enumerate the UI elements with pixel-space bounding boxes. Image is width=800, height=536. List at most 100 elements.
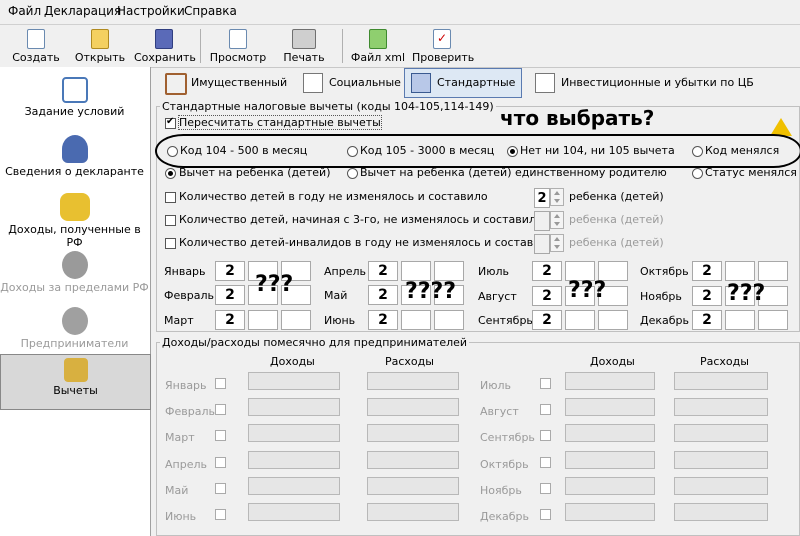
print-button[interactable]: Печать [274, 27, 334, 65]
ent-apr-checkbox[interactable] [215, 457, 226, 468]
tab-social[interactable]: Социальные [296, 68, 401, 98]
ent-jan-expenses[interactable] [367, 372, 459, 390]
month-label-mar: Март [164, 314, 194, 327]
month-input-dec-3[interactable] [758, 310, 788, 330]
ent-nov-checkbox[interactable] [540, 483, 551, 494]
create-button[interactable]: Создать [6, 27, 66, 65]
sidebar-item-conditions[interactable]: Задание условий [0, 73, 149, 129]
ent-jun-expenses[interactable] [367, 503, 459, 521]
kids-constant-spinner[interactable] [550, 188, 564, 206]
ent-apr-income[interactable] [248, 451, 340, 469]
export-xml-button[interactable]: Файл xml [348, 27, 408, 65]
preview-button[interactable]: Просмотр [208, 27, 268, 65]
kids-constant-input[interactable]: 2 [534, 188, 550, 208]
menu-help[interactable]: Справка [184, 4, 237, 18]
ent-jan-income[interactable] [248, 372, 340, 390]
ent-oct-checkbox[interactable] [540, 457, 551, 468]
sidebar-item-income-rf[interactable]: Доходы, полученные в РФ [0, 189, 149, 249]
month-input-apr-2[interactable] [401, 261, 431, 281]
ent-nov-income[interactable] [565, 477, 655, 495]
month-input-jan[interactable]: 2 [215, 261, 245, 281]
tab-standard[interactable]: Стандартные [404, 68, 522, 98]
kids-third-checkbox[interactable] [165, 215, 176, 226]
month-input-nov[interactable]: 2 [692, 286, 722, 306]
tab-property[interactable]: Имущественный [158, 68, 292, 98]
ent-dec-income[interactable] [565, 503, 655, 521]
ent-jan-checkbox[interactable] [215, 378, 226, 389]
month-input-mar[interactable]: 2 [215, 310, 245, 330]
ent-feb-checkbox[interactable] [215, 404, 226, 415]
month-input-mar-3[interactable] [281, 310, 311, 330]
kids-constant-checkbox[interactable] [165, 192, 176, 203]
month-input-jun[interactable]: 2 [368, 310, 398, 330]
ent-feb-income[interactable] [248, 398, 340, 416]
ent-sep-expenses[interactable] [674, 424, 768, 442]
month-input-oct-3[interactable] [758, 261, 788, 281]
month-input-sep[interactable]: 2 [532, 310, 562, 330]
month-input-feb[interactable]: 2 [215, 285, 245, 305]
sidebar-item-declarant[interactable]: Сведения о декларанте [0, 131, 149, 187]
ent-dec-expenses[interactable] [674, 503, 768, 521]
radio-code-105[interactable] [347, 146, 358, 157]
radio-code-changed[interactable] [692, 146, 703, 157]
month-input-jul[interactable]: 2 [532, 261, 562, 281]
ent-sep-checkbox[interactable] [540, 430, 551, 441]
month-input-oct[interactable]: 2 [692, 261, 722, 281]
radio-status-changed[interactable] [692, 168, 703, 179]
radio-code-104[interactable] [167, 146, 178, 157]
month-input-apr[interactable]: 2 [368, 261, 398, 281]
ent-apr-expenses[interactable] [367, 451, 459, 469]
month-input-sep-3[interactable] [598, 310, 628, 330]
ent-may-income[interactable] [248, 477, 340, 495]
ent-jun-checkbox[interactable] [215, 509, 226, 520]
month-input-jun-2[interactable] [401, 310, 431, 330]
kids-third-spinner[interactable] [550, 211, 564, 229]
kids-third-input[interactable] [534, 211, 550, 231]
ent-aug-checkbox[interactable] [540, 404, 551, 415]
kids-disabled-spinner[interactable] [550, 234, 564, 252]
ent-jul-expenses[interactable] [674, 372, 768, 390]
ent-jul-checkbox[interactable] [540, 378, 551, 389]
check-button[interactable]: ✓ Проверить [412, 27, 474, 65]
ent-may-expenses[interactable] [367, 477, 459, 495]
month-input-jun-3[interactable] [434, 310, 464, 330]
open-button[interactable]: Открыть [70, 27, 130, 65]
ent-jun-income[interactable] [248, 503, 340, 521]
menu-settings[interactable]: Настройки [117, 4, 185, 18]
month-input-oct-2[interactable] [725, 261, 755, 281]
menu-declaration[interactable]: Декларация [44, 4, 121, 18]
sidebar-item-deductions[interactable]: Вычеты [0, 354, 151, 410]
new-document-icon [27, 29, 45, 49]
ent-may-checkbox[interactable] [215, 483, 226, 494]
recalculate-checkbox[interactable]: ✔ [165, 116, 176, 129]
sidebar-item-entrepreneurs[interactable]: Предприниматели [0, 303, 149, 359]
menu-file[interactable]: Файл [8, 4, 41, 18]
month-input-may[interactable]: 2 [368, 285, 398, 305]
ent-mar-checkbox[interactable] [215, 430, 226, 441]
ent-oct-income[interactable] [565, 451, 655, 469]
radio-child-deduction[interactable] [165, 168, 176, 179]
radio-single-parent[interactable] [347, 168, 358, 179]
save-button[interactable]: Сохранить [134, 27, 196, 65]
kids-disabled-checkbox[interactable] [165, 238, 176, 249]
month-input-aug[interactable]: 2 [532, 286, 562, 306]
month-input-mar-2[interactable] [248, 310, 278, 330]
radio-no-code[interactable] [507, 146, 518, 157]
month-input-dec-2[interactable] [725, 310, 755, 330]
sidebar-item-income-abroad[interactable]: Доходы за пределами РФ [0, 247, 149, 303]
month-input-dec[interactable]: 2 [692, 310, 722, 330]
ent-oct-expenses[interactable] [674, 451, 768, 469]
month-input-apr-3[interactable] [434, 261, 464, 281]
ent-sep-income[interactable] [565, 424, 655, 442]
ent-mar-income[interactable] [248, 424, 340, 442]
ent-mar-expenses[interactable] [367, 424, 459, 442]
ent-aug-income[interactable] [565, 398, 655, 416]
ent-aug-expenses[interactable] [674, 398, 768, 416]
kids-disabled-input[interactable] [534, 234, 550, 254]
ent-jul-income[interactable] [565, 372, 655, 390]
ent-nov-expenses[interactable] [674, 477, 768, 495]
tab-investment[interactable]: Инвестиционные и убытки по ЦБ [528, 68, 754, 98]
month-input-sep-2[interactable] [565, 310, 595, 330]
ent-feb-expenses[interactable] [367, 398, 459, 416]
ent-dec-checkbox[interactable] [540, 509, 551, 520]
